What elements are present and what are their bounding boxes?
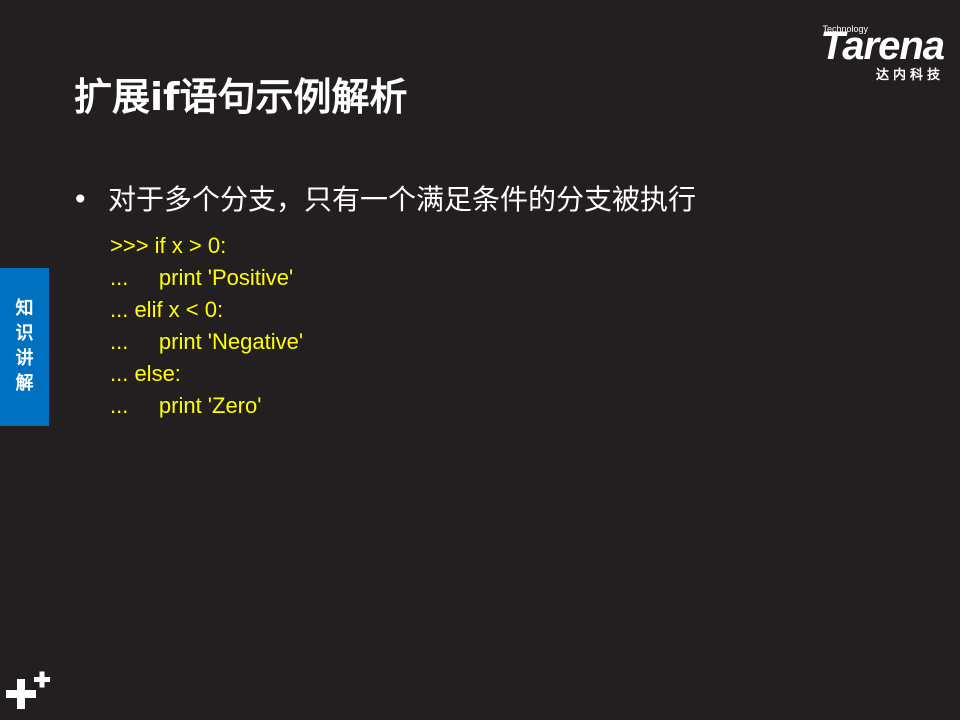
plus-plus-icon [6, 671, 50, 709]
code-line: ... else: [110, 361, 181, 386]
bullet-text: 对于多个分支，只有一个满足条件的分支被执行 [108, 183, 697, 216]
code-line: >>> if x > 0: [110, 233, 227, 258]
code-line: ... print 'Zero' [110, 393, 262, 418]
section-tab-char: 识 [15, 323, 34, 344]
code-line: ... elif x < 0: [110, 297, 224, 322]
section-tab-char: 知 [15, 298, 34, 319]
tarena-logo: Technology Tarena 达内科技 [776, 22, 946, 84]
code-line: ... print 'Negative' [110, 329, 304, 354]
bullet-item: • 对于多个分支，只有一个满足条件的分支被执行 [72, 180, 696, 220]
code-block: >>> if x > 0: ... print 'Positive' ... e… [110, 230, 303, 422]
section-tab-char: 解 [15, 373, 34, 394]
section-tab: 知 识 讲 解 [0, 268, 49, 426]
code-line: ... print 'Positive' [110, 265, 294, 290]
logo-chinese-name: 达内科技 [875, 68, 944, 83]
slide-title: 扩展if语句示例解析 [74, 75, 408, 119]
section-tab-char: 讲 [15, 348, 34, 369]
slide: Technology Tarena 达内科技 扩展if语句示例解析 • 对于多个分… [0, 0, 960, 720]
logo-brand: Tarena [820, 24, 945, 68]
bullet-dot-icon: • [72, 183, 89, 216]
